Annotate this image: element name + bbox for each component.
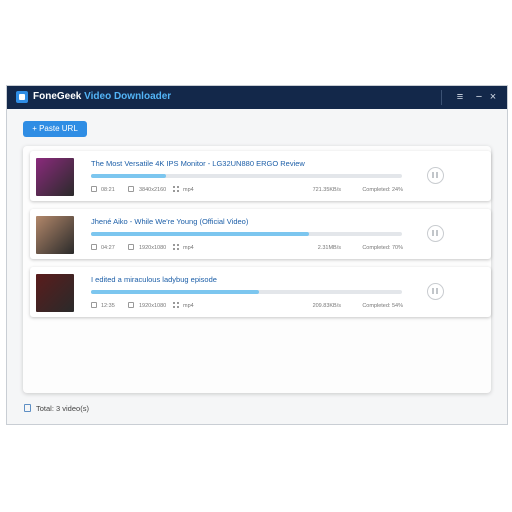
title-bar-divider — [441, 90, 442, 105]
video-format: mp4 — [183, 303, 194, 309]
progress-fill — [91, 290, 259, 294]
close-icon[interactable]: × — [486, 89, 500, 105]
app-title-product: Video Downloader — [84, 91, 172, 102]
paste-url-button[interactable]: + Paste URL — [23, 121, 87, 137]
pause-icon[interactable] — [427, 283, 444, 300]
progress-bar — [91, 174, 402, 178]
video-resolution: 3840x2160 — [139, 187, 167, 193]
video-resolution: 1920x1080 — [139, 303, 167, 309]
duration-icon — [91, 244, 97, 250]
total-count: Total: 3 video(s) — [36, 404, 89, 413]
progress-fill — [91, 174, 166, 178]
download-item[interactable]: Jhené Aiko - While We're Young (Official… — [30, 209, 491, 259]
download-item[interactable]: The Most Versatile 4K IPS Monitor - LG32… — [30, 151, 491, 201]
download-item[interactable]: I edited a miraculous ladybug episode 12… — [30, 267, 491, 317]
video-duration: 12:35 — [101, 303, 115, 309]
video-format: mp4 — [183, 245, 194, 251]
video-title: I edited a miraculous ladybug episode — [91, 275, 217, 284]
download-status: Completed: 54% — [362, 303, 403, 309]
app-logo-icon — [16, 91, 28, 103]
download-speed: 721.35KB/s — [312, 187, 341, 193]
progress-bar — [91, 232, 402, 236]
download-status: Completed: 24% — [362, 187, 403, 193]
duration-icon — [91, 302, 97, 308]
progress-fill — [91, 232, 309, 236]
format-icon — [173, 244, 179, 250]
app-window: FoneGeek Video Downloader ≡ − × + Paste … — [6, 85, 508, 425]
video-title: The Most Versatile 4K IPS Monitor - LG32… — [91, 159, 305, 168]
title-bar: FoneGeek Video Downloader ≡ − × — [7, 86, 507, 109]
app-title: FoneGeek Video Downloader — [33, 91, 171, 102]
app-title-brand: FoneGeek — [33, 91, 82, 102]
download-status: Completed: 70% — [362, 245, 403, 251]
minimize-icon[interactable]: − — [472, 89, 486, 105]
video-thumbnail — [36, 216, 74, 254]
video-resolution: 1920x1080 — [139, 245, 167, 251]
menu-icon[interactable]: ≡ — [453, 89, 467, 105]
resolution-icon — [128, 244, 134, 250]
video-list-icon — [24, 404, 31, 412]
video-thumbnail — [36, 274, 74, 312]
video-format: mp4 — [183, 187, 194, 193]
download-speed: 209.83KB/s — [312, 303, 341, 309]
pause-icon[interactable] — [427, 225, 444, 242]
video-duration: 04:27 — [101, 245, 115, 251]
video-duration: 08:21 — [101, 187, 115, 193]
format-icon — [173, 302, 179, 308]
video-title: Jhené Aiko - While We're Young (Official… — [91, 217, 249, 226]
video-thumbnail — [36, 158, 74, 196]
resolution-icon — [128, 186, 134, 192]
duration-icon — [91, 186, 97, 192]
download-speed: 2.31MB/s — [317, 245, 341, 251]
download-list: The Most Versatile 4K IPS Monitor - LG32… — [23, 146, 491, 393]
pause-icon[interactable] — [427, 167, 444, 184]
format-icon — [173, 186, 179, 192]
progress-bar — [91, 290, 402, 294]
resolution-icon — [128, 302, 134, 308]
